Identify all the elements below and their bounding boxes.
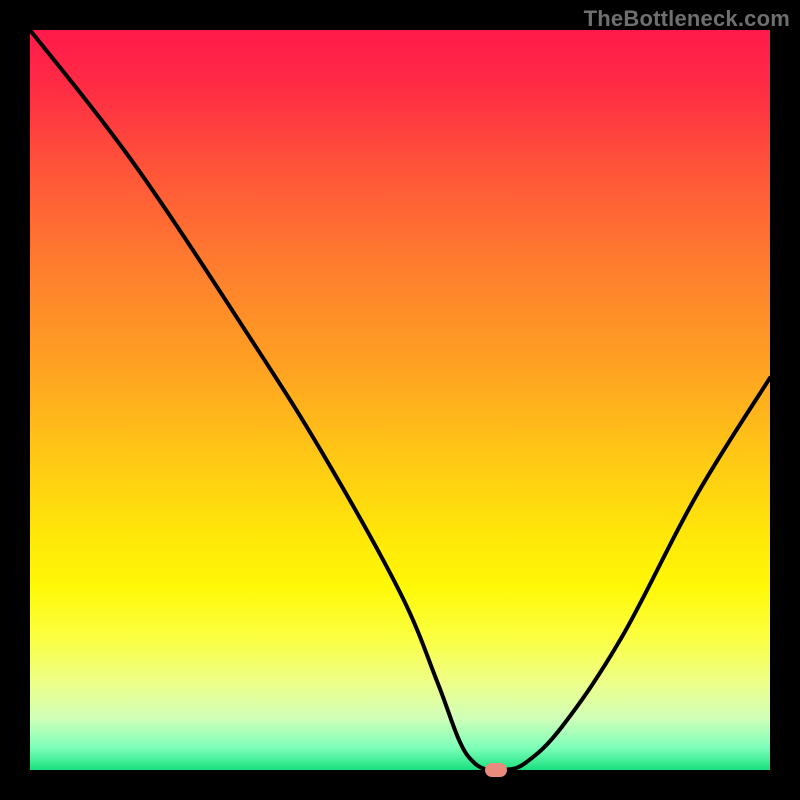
optimal-marker [485, 763, 507, 777]
bottleneck-curve [30, 30, 770, 770]
watermark-text: TheBottleneck.com [584, 6, 790, 32]
chart-frame: TheBottleneck.com [0, 0, 800, 800]
plot-area [30, 30, 770, 770]
